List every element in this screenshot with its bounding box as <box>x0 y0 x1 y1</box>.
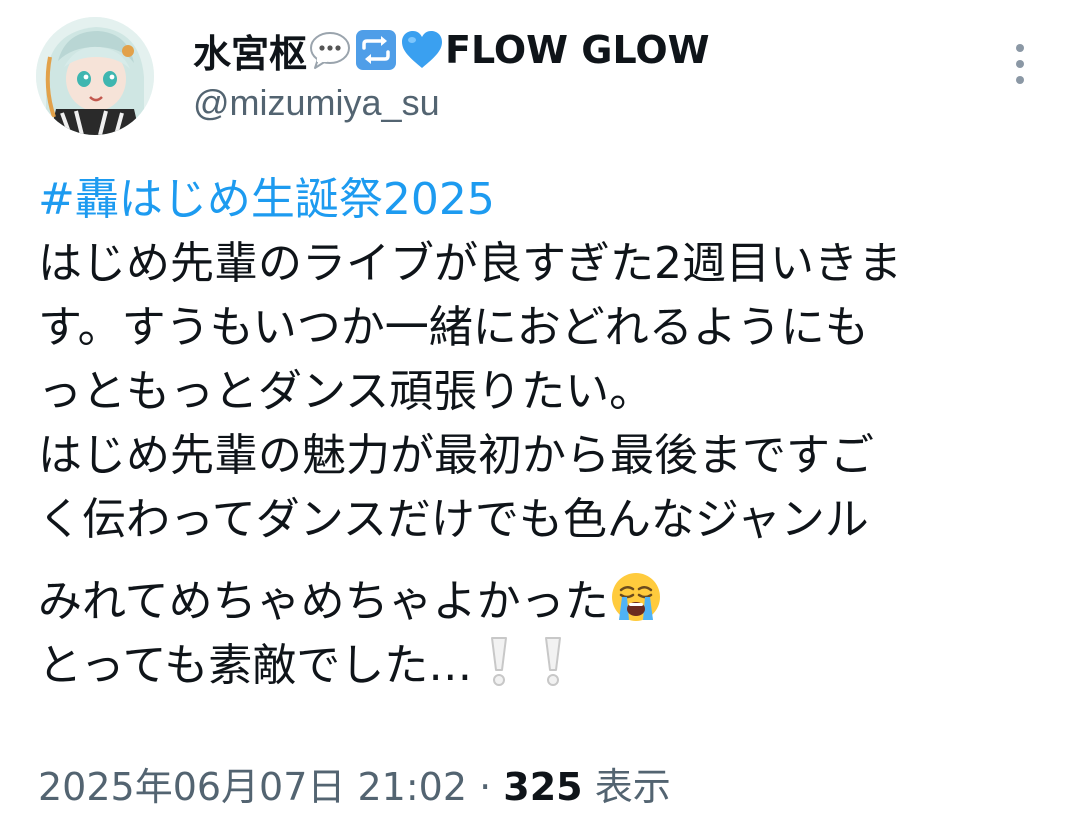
loudly-crying-face-icon <box>609 570 663 624</box>
views-label: 表示 <box>594 765 671 809</box>
tweet-line-7: とっても素敵でした… <box>38 634 1048 698</box>
blue-heart-icon <box>400 28 444 72</box>
white-exclamation-mark-icon <box>472 634 526 688</box>
tweet-line-2: す。すうもいつか一緒におどれるようにも <box>38 302 869 353</box>
tweet-timestamp[interactable]: 2025年06月07日 21:02 <box>38 765 467 809</box>
display-name-suffix: FLOW GLOW <box>445 28 710 72</box>
display-name-text: 水宮枢 <box>193 31 308 76</box>
display-name[interactable]: 水宮枢 FLOW GLOW <box>193 22 710 78</box>
user-handle[interactable]: @mizumiya_su <box>193 82 440 124</box>
speech-bubble-icon <box>308 28 352 72</box>
tweet-line-7-text: とっても素敵でした… <box>38 640 473 691</box>
tweet-line-5: く伝わってダンスだけでも色んなジャンル <box>38 494 869 545</box>
avatar[interactable] <box>36 17 154 135</box>
white-exclamation-mark-icon <box>526 634 580 688</box>
tweet-line-3: っともっとダンス頑張りたい。 <box>38 366 654 417</box>
tweet-line-4: はじめ先輩の魅力が最初から最後まですご <box>38 430 874 481</box>
tweet-line-6-text: みれてめちゃめちゃよかった <box>38 576 609 627</box>
avatar-image <box>36 17 154 135</box>
tweet-text: #轟はじめ生誕祭2025 はじめ先輩のライブが良すぎた2週目いきま す。すうもい… <box>38 168 1048 698</box>
meta-separator: · <box>479 765 492 809</box>
hashtag-link[interactable]: #轟はじめ生誕祭2025 <box>38 168 1048 232</box>
views-count: 325 <box>503 765 583 809</box>
more-vertical-icon <box>1016 44 1024 84</box>
tweet-line-1: はじめ先輩のライブが良すぎた2週目いきま <box>38 238 902 289</box>
more-options-button[interactable] <box>1000 38 1040 90</box>
tweet-line-6: みれてめちゃめちゃよかった <box>38 570 1048 634</box>
repeat-arrows-icon <box>354 28 398 72</box>
tweet-meta: 2025年06月07日 21:02 · 325 表示 <box>38 762 671 812</box>
